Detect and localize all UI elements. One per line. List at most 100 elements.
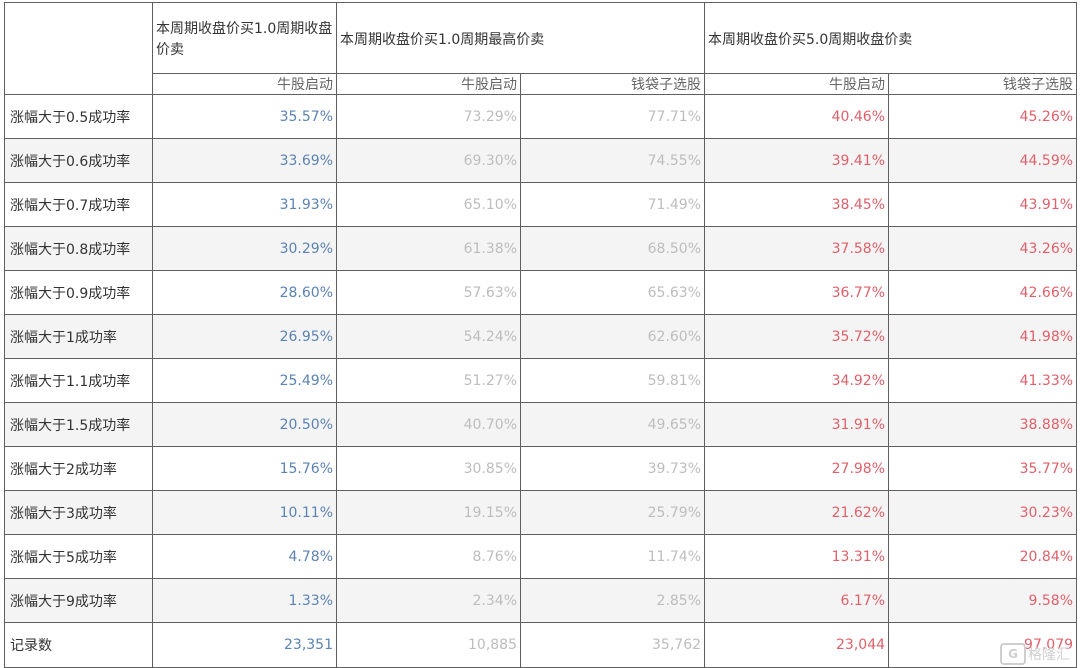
subheader-cell: 牛股启动 — [152, 73, 337, 95]
value-cell: 51.27% — [336, 358, 521, 403]
table-row: 涨幅大于0.9成功率 28.60% 57.63% 65.63% 36.77% 42.66% — [4, 270, 1078, 315]
subheader-cell: 牛股启动 — [704, 73, 890, 95]
value-cell: 44.59% — [888, 138, 1078, 183]
value-cell: 73.29% — [336, 94, 521, 139]
value-cell: 49.65% — [519, 402, 706, 447]
value-cell: 30.29% — [152, 226, 337, 271]
watermark-text: 格隆汇 — [1028, 647, 1070, 663]
value-cell: 31.93% — [152, 182, 337, 227]
header-row-groups: 本周期收盘价买1.0周期收盘价卖 本周期收盘价买1.0周期最高价卖 本周期收盘价… — [4, 2, 1078, 74]
value-cell: 19.15% — [336, 490, 521, 535]
value-cell: 43.26% — [888, 226, 1078, 271]
value-cell: 69.30% — [336, 138, 521, 183]
gelonghui-logo-icon: G — [1000, 643, 1026, 665]
value-cell: 35,762 — [519, 622, 706, 668]
value-cell: 38.45% — [704, 182, 890, 227]
header-corner-sub — [4, 73, 153, 95]
table-row: 涨幅大于9成功率 1.33% 2.34% 2.85% 6.17% 9.58% — [4, 578, 1078, 623]
value-cell: 31.91% — [704, 402, 890, 447]
value-cell: 57.63% — [336, 270, 521, 315]
value-cell: 25.79% — [519, 490, 706, 535]
row-label: 记录数 — [4, 622, 153, 668]
table-body: 涨幅大于0.5成功率 35.57% 73.29% 77.71% 40.46% 45.26%… — [4, 94, 1078, 668]
value-cell: 20.84% — [888, 534, 1078, 579]
value-cell: 20.50% — [152, 402, 337, 447]
value-cell: 39.73% — [519, 446, 706, 491]
results-table: 本周期收盘价买1.0周期收盘价卖 本周期收盘价买1.0周期最高价卖 本周期收盘价… — [4, 2, 1078, 668]
value-cell: 37.58% — [704, 226, 890, 271]
value-cell: 45.26% — [888, 94, 1078, 139]
row-label: 涨幅大于3成功率 — [4, 490, 153, 535]
value-cell: 27.98% — [704, 446, 890, 491]
value-cell: 68.50% — [519, 226, 706, 271]
value-cell: 28.60% — [152, 270, 337, 315]
value-cell: 9.58% — [888, 578, 1078, 623]
value-cell: 41.33% — [888, 358, 1078, 403]
value-cell: 41.98% — [888, 314, 1078, 359]
value-cell: 65.10% — [336, 182, 521, 227]
value-cell: 61.38% — [336, 226, 521, 271]
value-cell: 8.76% — [336, 534, 521, 579]
value-cell: 13.31% — [704, 534, 890, 579]
row-label: 涨幅大于0.8成功率 — [4, 226, 153, 271]
row-label: 涨幅大于1.1成功率 — [4, 358, 153, 403]
table-row: 涨幅大于3成功率 10.11% 19.15% 25.79% 21.62% 30.23% — [4, 490, 1078, 535]
row-label: 涨幅大于1成功率 — [4, 314, 153, 359]
value-cell: 36.77% — [704, 270, 890, 315]
value-cell: 62.60% — [519, 314, 706, 359]
header-row-sub: 牛股启动 牛股启动 钱袋子选股 牛股启动 钱袋子选股 — [4, 73, 1078, 95]
value-cell: 2.34% — [336, 578, 521, 623]
value-cell: 35.77% — [888, 446, 1078, 491]
table-row: 涨幅大于0.5成功率 35.57% 73.29% 77.71% 40.46% 45.26% — [4, 94, 1078, 139]
value-cell: 39.41% — [704, 138, 890, 183]
row-label: 涨幅大于0.9成功率 — [4, 270, 153, 315]
value-cell: 71.49% — [519, 182, 706, 227]
row-label: 涨幅大于2成功率 — [4, 446, 153, 491]
value-cell: 40.46% — [704, 94, 890, 139]
value-cell: 35.57% — [152, 94, 337, 139]
header-group-1: 本周期收盘价买1.0周期收盘价卖 — [152, 2, 337, 74]
value-cell: 33.69% — [152, 138, 337, 183]
header-corner — [4, 2, 153, 74]
subheader-cell: 牛股启动 — [336, 73, 521, 95]
value-cell: 40.70% — [336, 402, 521, 447]
value-cell: 38.88% — [888, 402, 1078, 447]
value-cell: 23,351 — [152, 622, 337, 668]
row-label: 涨幅大于9成功率 — [4, 578, 153, 623]
value-cell: 23,044 — [704, 622, 890, 668]
header-group-3: 本周期收盘价买5.0周期收盘价卖 — [704, 2, 1078, 74]
table-row: 涨幅大于1成功率 26.95% 54.24% 62.60% 35.72% 41.98% — [4, 314, 1078, 359]
value-cell: 2.85% — [519, 578, 706, 623]
table-row: 涨幅大于0.7成功率 31.93% 65.10% 71.49% 38.45% 43.91% — [4, 182, 1078, 227]
row-label: 涨幅大于0.5成功率 — [4, 94, 153, 139]
row-label: 涨幅大于1.5成功率 — [4, 402, 153, 447]
row-label: 涨幅大于5成功率 — [4, 534, 153, 579]
value-cell: 54.24% — [336, 314, 521, 359]
table-row: 涨幅大于0.6成功率 33.69% 69.30% 74.55% 39.41% 44.59% — [4, 138, 1078, 183]
row-label: 涨幅大于0.7成功率 — [4, 182, 153, 227]
value-cell: 59.81% — [519, 358, 706, 403]
value-cell: 1.33% — [152, 578, 337, 623]
subheader-cell: 钱袋子选股 — [519, 73, 706, 95]
value-cell: 34.92% — [704, 358, 890, 403]
value-cell: 21.62% — [704, 490, 890, 535]
header-group-2: 本周期收盘价买1.0周期最高价卖 — [335, 2, 706, 74]
row-label: 涨幅大于0.6成功率 — [4, 138, 153, 183]
value-cell: 6.17% — [704, 578, 890, 623]
value-cell: 42.66% — [888, 270, 1078, 315]
value-cell: 26.95% — [152, 314, 337, 359]
value-cell: 25.49% — [152, 358, 337, 403]
value-cell: 30.85% — [336, 446, 521, 491]
value-cell: 10.11% — [152, 490, 337, 535]
value-cell: 30.23% — [888, 490, 1078, 535]
table-row: 涨幅大于1.1成功率 25.49% 51.27% 59.81% 34.92% 41.33% — [4, 358, 1078, 403]
value-cell: 11.74% — [519, 534, 706, 579]
value-cell: 4.78% — [152, 534, 337, 579]
value-cell: 43.91% — [888, 182, 1078, 227]
table-row: 涨幅大于0.8成功率 30.29% 61.38% 68.50% 37.58% 43.26% — [4, 226, 1078, 271]
subheader-cell: 钱袋子选股 — [888, 73, 1078, 95]
value-cell: 65.63% — [519, 270, 706, 315]
value-cell: 15.76% — [152, 446, 337, 491]
value-cell: 74.55% — [519, 138, 706, 183]
value-cell: 35.72% — [704, 314, 890, 359]
